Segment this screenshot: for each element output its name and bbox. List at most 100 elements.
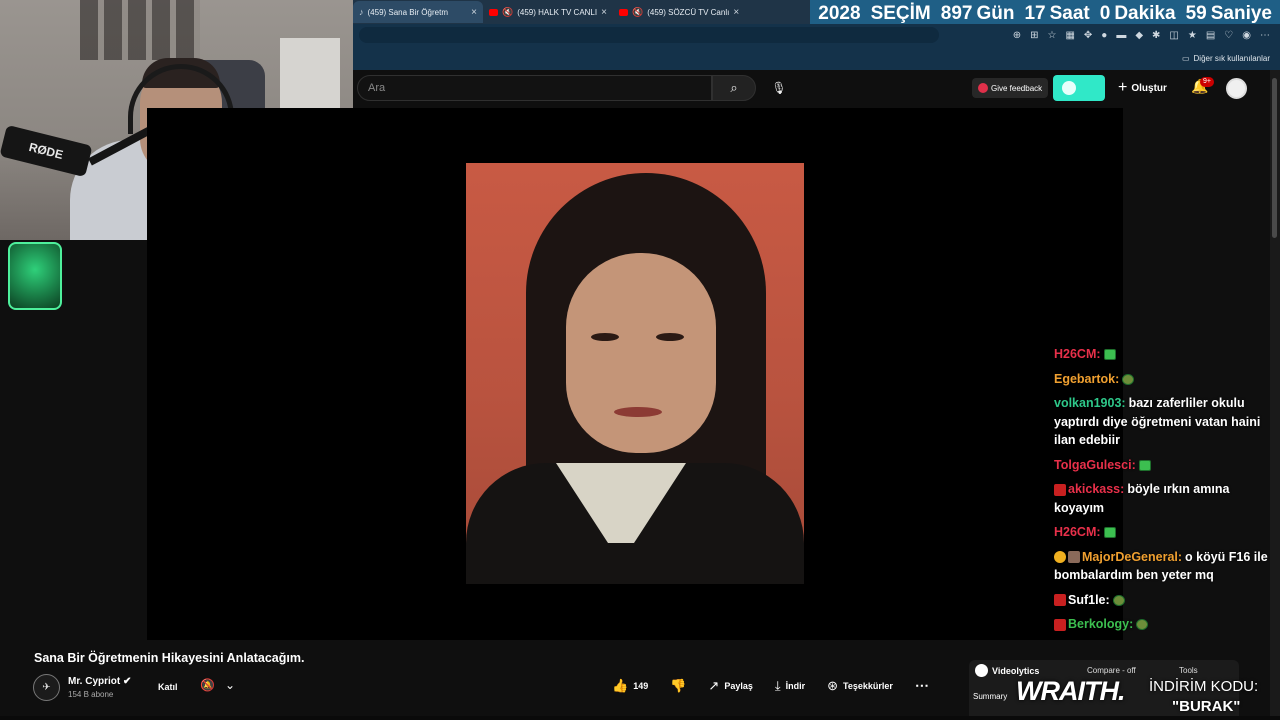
extension-icon[interactable]: ● xyxy=(1101,30,1107,41)
tab-label: (459) Sana Bir Öğretm xyxy=(367,7,448,17)
subscriber-count: 154 B abone xyxy=(68,690,114,699)
countdown-days-unit: Gün xyxy=(976,3,1015,24)
coin-jar-icon xyxy=(8,242,62,310)
share-label: Paylaş xyxy=(724,680,753,691)
puzzle-icon[interactable]: ✱ xyxy=(1152,30,1160,41)
tab-sozcu-tv[interactable]: 🔇 (459) SÖZCÜ TV Canlı × xyxy=(613,1,743,23)
account-avatar[interactable] xyxy=(1226,78,1247,99)
tab-label: (459) SÖZCÜ TV Canlı xyxy=(647,7,730,17)
extension-icon[interactable]: ▬ xyxy=(1116,30,1126,41)
star-icon[interactable]: ☆ xyxy=(1047,30,1056,41)
extension-toggle[interactable] xyxy=(1053,75,1105,101)
chevron-down-icon: ⌄ xyxy=(224,678,236,692)
frog-emote-icon xyxy=(1112,594,1125,606)
create-button[interactable]: + Oluştur xyxy=(1118,78,1167,98)
dislike-button[interactable]: 👎 xyxy=(670,678,686,694)
chat-username: H26CM: xyxy=(1054,525,1101,539)
search-button[interactable]: ⌕ xyxy=(712,75,756,101)
bottom-edge xyxy=(0,716,1280,720)
feedback-label: Give feedback xyxy=(991,83,1043,93)
share-button[interactable]: ↗ Paylaş xyxy=(708,678,752,694)
channel-name[interactable]: Mr. Cypriot ✔ xyxy=(68,676,131,687)
join-button[interactable]: Katıl xyxy=(148,676,188,698)
give-feedback-button[interactable]: Give feedback xyxy=(972,78,1049,98)
subscription-bell[interactable]: 🔕 ⌄ xyxy=(200,678,235,692)
collections-icon[interactable]: ▤ xyxy=(1206,30,1215,41)
close-icon[interactable]: × xyxy=(733,7,739,18)
more-icon[interactable]: ⋯ xyxy=(1260,30,1270,41)
countdown-year: 2028 xyxy=(818,3,861,24)
chat-message: Egebartok: xyxy=(1054,370,1269,389)
videolytics-logo-icon xyxy=(975,664,988,677)
chat-username: TolgaGulesci: xyxy=(1054,457,1136,472)
chat-username: Berkology: xyxy=(1068,617,1134,631)
thanks-icon: ⊛ xyxy=(827,677,838,693)
chat-message: volkan1903: bazı zaferliler okulu yaptırd… xyxy=(1054,394,1269,450)
chat-message: H26CM: xyxy=(1054,345,1269,364)
translate-icon[interactable]: ⊕ xyxy=(1013,30,1021,41)
countdown-seconds: 59 xyxy=(1185,3,1207,24)
speaker-icon: ♪ xyxy=(359,7,364,17)
thanks-button[interactable]: ⊛ Teşekkürler xyxy=(827,678,893,694)
browser-toolbar: ⊕ ⊞ ☆ ▦ ✥ ● ▬ ◆ ✱ ◫ ★ ▤ ♡ ◉ ⋯ xyxy=(353,24,1280,46)
discount-label: İNDİRİM KODU: xyxy=(1149,678,1259,695)
chat-username: H26CM: xyxy=(1054,347,1101,361)
extension-icon[interactable]: ◆ xyxy=(1135,30,1143,41)
address-bar[interactable] xyxy=(359,27,939,43)
channel-name-text: Mr. Cypriot xyxy=(68,676,121,687)
page-scrollbar[interactable] xyxy=(1270,70,1280,720)
video-player[interactable] xyxy=(147,108,1123,640)
tab-halk-tv[interactable]: 🔇 (459) HALK TV CANLI × xyxy=(483,1,613,23)
sub-badge-icon xyxy=(1054,483,1066,496)
countdown-days: 897 xyxy=(940,3,973,24)
sponsor-overlay: WRAITH. İNDİRİM KODU: "BURAK" xyxy=(1016,672,1266,720)
bookmarks-other[interactable]: Diğer sık kullanılanlar xyxy=(1194,54,1270,63)
voice-search-button[interactable]: 🎙 xyxy=(767,76,791,100)
more-actions-button[interactable]: ⋯ xyxy=(915,677,929,694)
heart-icon[interactable]: ♡ xyxy=(1224,30,1233,41)
sub-badge-icon xyxy=(1054,594,1066,607)
portrait-mouth xyxy=(614,407,662,417)
search-icon: ⌕ xyxy=(730,80,738,95)
more-icon: ⋯ xyxy=(914,677,929,693)
mute-icon[interactable]: 🔇 xyxy=(632,7,643,18)
thanks-label: Teşekkürler xyxy=(843,680,893,691)
countdown-hours-unit: Saat xyxy=(1049,3,1090,24)
badge-icon xyxy=(1068,551,1080,564)
scrollbar-thumb[interactable] xyxy=(1272,78,1277,238)
close-icon[interactable]: × xyxy=(601,7,607,18)
like-button[interactable]: 👍 149 xyxy=(612,678,648,694)
plus-icon: + xyxy=(1118,79,1128,96)
mute-icon[interactable]: 🔇 xyxy=(502,7,513,18)
video-actions: 👍 149 👎 ↗ Paylaş ⤓ İndir ⊛ Teşekkürler ⋯ xyxy=(612,677,929,694)
download-button[interactable]: ⤓ İndir xyxy=(775,678,805,694)
profile-icon[interactable]: ◉ xyxy=(1242,30,1251,41)
create-label: Oluştur xyxy=(1131,82,1167,94)
thumbs-up-icon: 👍 xyxy=(612,677,629,693)
portrait-face xyxy=(566,253,716,453)
emote-icon xyxy=(1103,349,1116,361)
search-input[interactable]: Ara xyxy=(357,75,712,101)
video-title: Sana Bir Öğretmenin Hikayesini Anlatacağ… xyxy=(34,651,305,665)
channel-avatar[interactable]: ✈ xyxy=(33,674,60,701)
tab-summary[interactable]: Summary xyxy=(973,692,1007,701)
portrait-photo xyxy=(466,163,804,584)
discount-code: "BURAK" xyxy=(1172,698,1241,715)
emote-icon xyxy=(1103,527,1116,539)
portrait-eye xyxy=(656,333,684,341)
verified-icon: ✔ xyxy=(123,676,132,687)
toolbar-icons: ⊕ ⊞ ☆ ▦ ✥ ● ▬ ◆ ✱ ◫ ★ ▤ ♡ ◉ ⋯ xyxy=(1013,30,1280,41)
extension-icon[interactable]: ✥ xyxy=(1084,30,1092,41)
favorites-icon[interactable]: ★ xyxy=(1188,30,1197,41)
countdown-minutes-unit: Dakika xyxy=(1114,3,1176,24)
feedback-icon xyxy=(978,83,988,93)
split-icon[interactable]: ⊞ xyxy=(1030,30,1038,41)
tab-sana-bir-ogretmen[interactable]: ♪ (459) Sana Bir Öğretm × xyxy=(353,1,483,23)
sub-badge-icon xyxy=(1054,618,1066,631)
close-icon[interactable]: × xyxy=(471,7,477,18)
extension-icon[interactable]: ▦ xyxy=(1065,30,1074,41)
jet-icon: ✈ xyxy=(42,682,51,693)
folder-icon: ▭ xyxy=(1181,53,1190,63)
sidebar-icon[interactable]: ◫ xyxy=(1169,30,1178,41)
youtube-icon xyxy=(619,8,628,16)
